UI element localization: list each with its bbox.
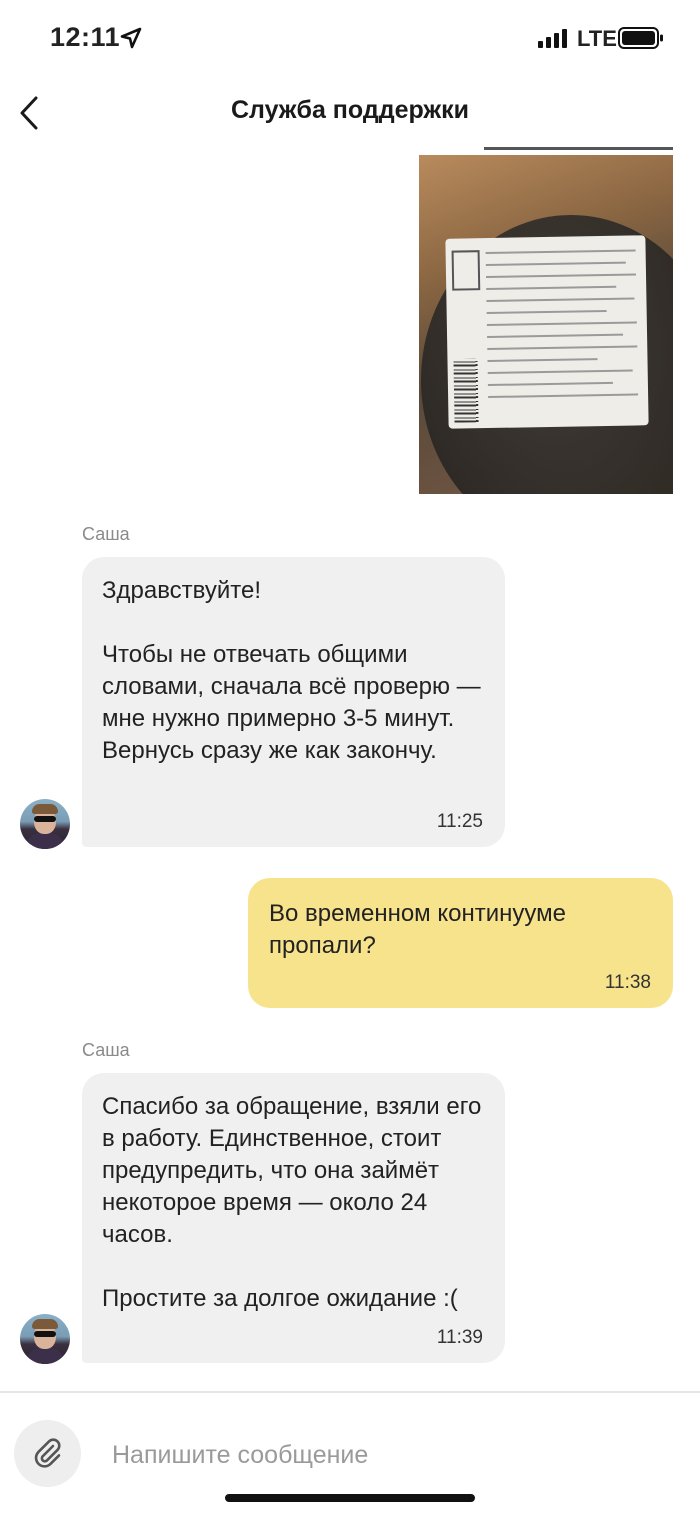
avatar xyxy=(20,799,70,849)
photo-message[interactable] xyxy=(419,155,673,494)
message-text: Спасибо за обращение, взяли его в работу… xyxy=(102,1093,482,1312)
message-time: 11:39 xyxy=(436,1327,483,1348)
sender-name: Саша xyxy=(82,1040,130,1060)
home-indicator xyxy=(225,1494,475,1502)
network-type-label: LTE xyxy=(577,26,617,51)
message-input[interactable] xyxy=(112,1432,672,1478)
avatar xyxy=(20,1314,70,1364)
incoming-message-bubble[interactable]: Спасибо за обращение, взяли его в работу… xyxy=(82,1073,505,1363)
status-bar: 12:11 LTE xyxy=(0,0,700,78)
message-time: 11:38 xyxy=(604,972,651,993)
battery-icon xyxy=(618,27,663,49)
message-text: Во временном континууме пропали? xyxy=(269,900,566,959)
eac-mark-icon xyxy=(451,250,481,291)
status-time: 12:11 xyxy=(50,22,121,52)
location-arrow-icon xyxy=(120,27,142,49)
message-time: 11:25 xyxy=(436,811,483,832)
paperclip-icon xyxy=(34,1438,61,1468)
photo-product-label xyxy=(445,235,649,429)
message-text: Здравствуйте! Чтобы не отвечать общими с… xyxy=(102,577,481,764)
composer-divider xyxy=(0,1391,700,1393)
sender-name: Саша xyxy=(82,524,130,544)
attach-button[interactable] xyxy=(14,1420,81,1487)
page-title: Служба поддержки xyxy=(230,96,470,124)
outgoing-message-bubble[interactable]: Во временном континууме пропали? 11:38 xyxy=(248,878,673,1008)
photo-frame-edge xyxy=(484,147,673,150)
cellular-signal-icon xyxy=(538,29,567,48)
incoming-message-bubble[interactable]: Здравствуйте! Чтобы не отвечать общими с… xyxy=(82,557,505,847)
nav-header: Служба поддержки xyxy=(0,78,700,148)
chat-screen: 12:11 LTE Служба поддержки Саша Здравств… xyxy=(0,0,700,1515)
barcode xyxy=(453,358,479,423)
